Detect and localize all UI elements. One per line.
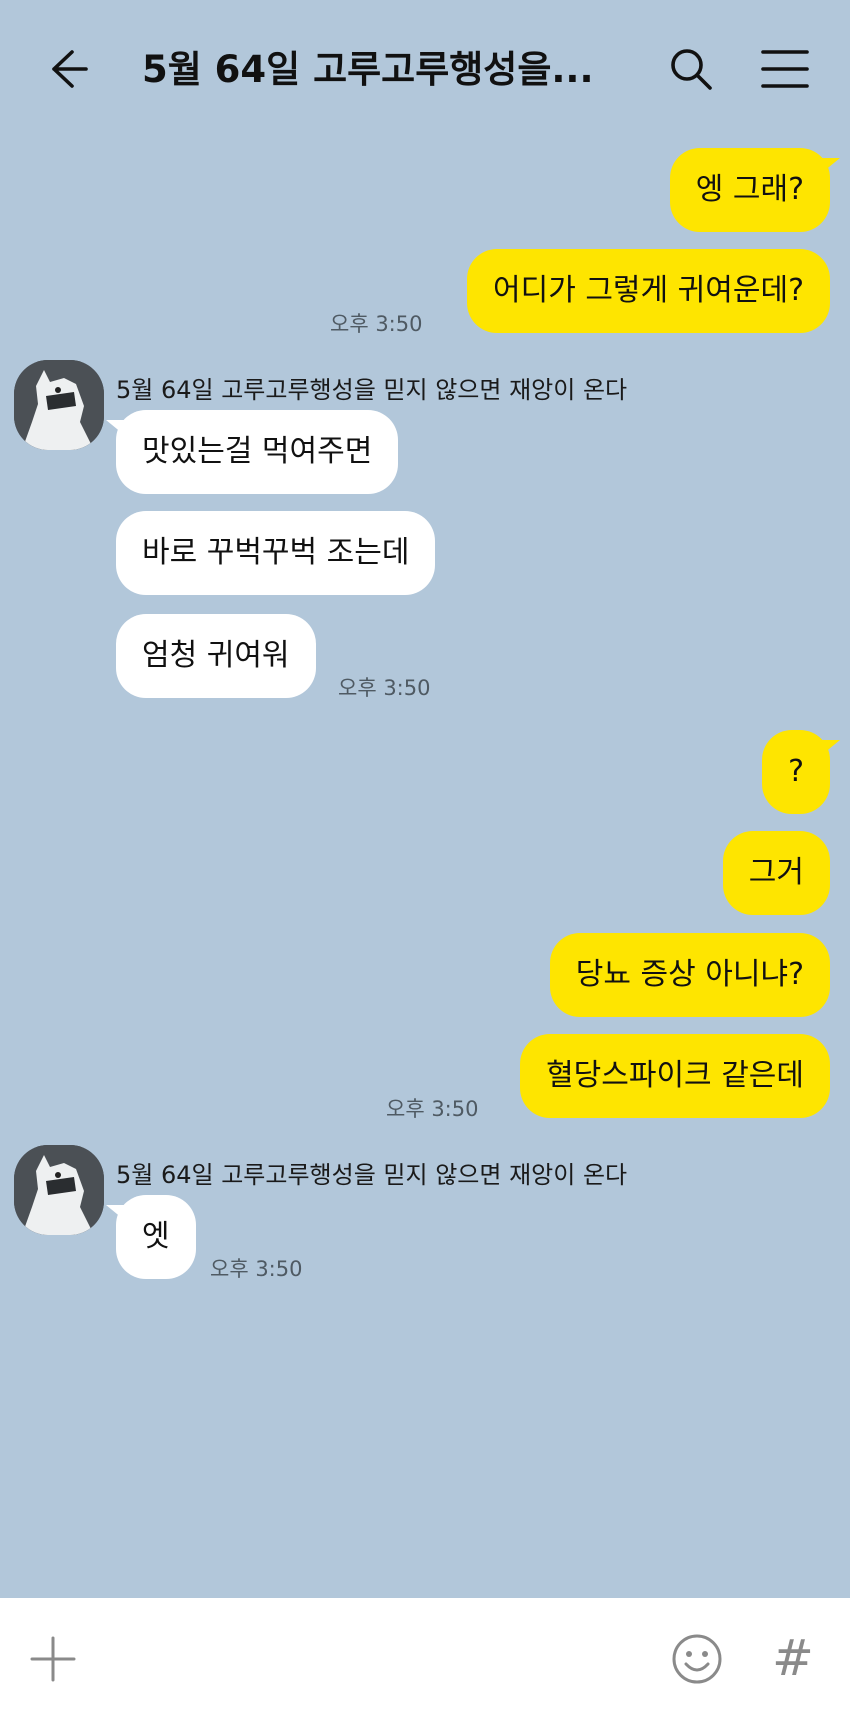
my-message-bubble[interactable]: 당뇨 증상 아니냐? — [549, 933, 830, 1017]
my-message-bubble[interactable]: 그거 — [722, 831, 830, 915]
avatar[interactable] — [14, 360, 104, 450]
message-timestamp: 오후 3:50 — [338, 676, 431, 700]
message-timestamp: 오후 3:50 — [210, 1257, 303, 1281]
arrow-left-icon[interactable] — [42, 44, 92, 94]
hashtag-icon[interactable]: # — [768, 1628, 818, 1688]
received-message-bubble[interactable]: 맛있는걸 먹여주면 — [105, 410, 399, 494]
received-message-bubble[interactable]: 엣 — [106, 1195, 196, 1279]
search-icon[interactable] — [666, 44, 716, 94]
message-timestamp: 오후 3:50 — [330, 312, 423, 336]
message-input-bar: # — [0, 1598, 850, 1713]
hamburger-menu-icon[interactable] — [760, 44, 810, 94]
sender-name: 5월 64일 고루고루행성을 믿지 않으면 재앙이 온다 — [116, 1161, 628, 1189]
my-message-bubble[interactable]: 엥 그래? — [669, 148, 841, 232]
avatar[interactable] — [14, 1145, 104, 1235]
sender-name: 5월 64일 고루고루행성을 믿지 않으면 재앙이 온다 — [116, 376, 628, 404]
received-message-bubble[interactable]: 엄청 귀여워 — [116, 614, 316, 698]
my-message-bubble[interactable]: 어디가 그렇게 귀여운데? — [467, 249, 830, 333]
horse-avatar-image — [14, 360, 104, 450]
horse-avatar-image — [14, 1145, 104, 1235]
received-message-bubble[interactable]: 바로 꾸벅꾸벅 조는데 — [116, 511, 436, 595]
chat-header: 5월 64일 고루고루행성을... — [0, 0, 850, 134]
message-timestamp: 오후 3:50 — [386, 1097, 479, 1121]
my-message-bubble[interactable]: ? — [762, 730, 840, 814]
emoji-icon[interactable] — [670, 1632, 724, 1686]
my-message-bubble[interactable]: 혈당스파이크 같은데 — [520, 1034, 830, 1118]
chat-title[interactable]: 5월 64일 고루고루행성을... — [142, 44, 612, 96]
plus-icon[interactable] — [28, 1634, 78, 1684]
